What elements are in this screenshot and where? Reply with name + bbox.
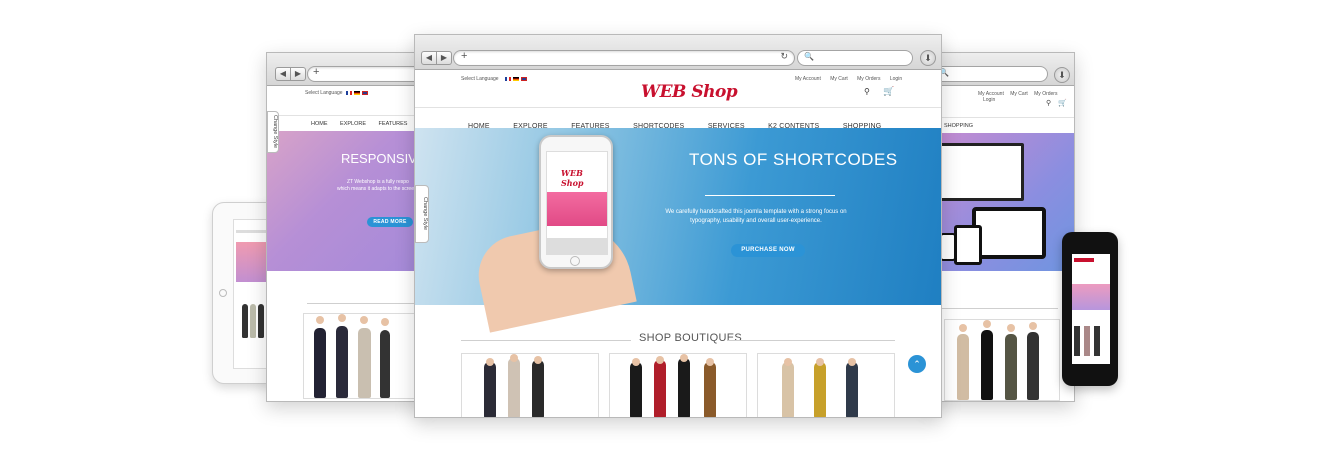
my-orders-link[interactable]: My Orders [1034,91,1057,97]
phone-screen [1072,254,1110,364]
product-card[interactable] [609,353,747,417]
flag-de-icon[interactable] [353,90,360,95]
my-cart-link[interactable]: My Cart [1010,91,1028,97]
my-cart-link[interactable]: My Cart [830,76,848,82]
phone-device [1062,232,1118,386]
hero-slider: WEB Shop TONS OF SHORTCODES We carefully… [415,128,941,333]
search-icon[interactable]: ⚲ [864,87,870,96]
product-card[interactable] [461,353,599,417]
menu-item[interactable]: HOME [311,121,328,127]
read-more-button[interactable]: READ MORE [367,217,413,227]
cart-icon[interactable]: 🛒 [883,86,894,97]
change-style-label: Change Style [272,115,278,149]
change-style-label: Change Style [422,197,428,231]
search-icon: 🔍 [804,52,814,61]
right-browser-window: 🔍 ⬇ My Account My Cart My Orders Login ⚲… [925,52,1075,402]
download-icon[interactable]: ⬇ [920,50,936,66]
flag-uk-icon[interactable] [361,90,368,95]
flag-de-icon[interactable] [512,76,519,81]
my-orders-link[interactable]: My Orders [857,76,880,82]
change-style-tab[interactable]: Change Style [415,185,429,243]
url-bar[interactable]: + ↻ [453,50,795,66]
download-icon[interactable]: ⬇ [1054,67,1070,83]
menu-item[interactable]: FEATURES [379,121,408,127]
right-product-card[interactable] [944,319,1060,401]
phone-image: WEB Shop [539,135,613,269]
flag-fr-icon[interactable] [504,76,511,81]
back-icon[interactable]: ◀ [275,67,291,81]
left-hero-text: which means it adapts to the screen [337,186,417,192]
cart-icon[interactable]: 🛒 [1058,99,1067,107]
language-select: Select Language [305,90,368,96]
product-card[interactable] [757,353,895,417]
login-link[interactable]: Login [890,76,902,82]
hero-title: TONS OF SHORTCODES [689,150,898,169]
change-style-tab[interactable]: Change Style [267,111,279,153]
forward-icon[interactable]: ▶ [437,51,452,65]
plus-icon[interactable]: + [313,66,319,78]
menu-item[interactable]: SHOPPING [944,123,973,129]
tablet-home-button [219,289,227,297]
section-title: SHOP BOUTIQUES [639,332,743,344]
login-link[interactable]: Login [983,97,995,103]
devices-mockup-image [932,137,1068,267]
main-browser-window: ◀ ▶ + ↻ 🔍 ⬇ Select Language My Account My… [414,34,942,418]
left-browser-window: ◀ ▶ + Select Language HOME EXPLORE FEATUR… [266,52,428,402]
hero-divider [705,195,835,196]
account-links: My Account My Cart My Orders Login [787,76,902,82]
search-icon[interactable]: ⚲ [1046,99,1051,107]
right-hero [926,133,1074,271]
logo[interactable]: WEB Shop [641,82,738,102]
my-account-link[interactable]: My Account [795,76,821,82]
plus-icon[interactable]: + [461,50,467,62]
language-label: Select Language [461,76,499,82]
reload-icon[interactable]: ↻ [780,51,788,62]
back-to-top-button[interactable]: ⌃ [908,355,926,373]
phone-logo: WEB Shop [561,168,584,188]
menu-item[interactable]: EXPLORE [340,121,366,127]
hero-text: We carefully handcrafted this joomla tem… [665,209,847,224]
back-icon[interactable]: ◀ [421,51,437,65]
search-bar[interactable]: 🔍 [930,66,1048,82]
language-select: Select Language [461,76,527,82]
chevron-up-icon: ⌃ [913,359,921,369]
language-label: Select Language [305,90,343,96]
flag-uk-icon[interactable] [520,76,527,81]
left-main-menu: HOME EXPLORE FEATURES [311,121,407,127]
left-hero-text: ZT Webshop is a fully respo [347,179,409,185]
url-bar[interactable]: + [307,66,427,82]
flag-fr-icon[interactable] [345,90,352,95]
left-product-card[interactable] [303,313,425,399]
forward-icon[interactable]: ▶ [291,67,306,81]
logo-text: WEB Shop [641,82,738,102]
search-bar[interactable]: 🔍 [797,50,913,66]
left-hero: RESPONSIVE D ZT Webshop is a fully respo… [267,131,427,271]
purchase-now-button[interactable]: PURCHASE NOW [731,244,805,257]
